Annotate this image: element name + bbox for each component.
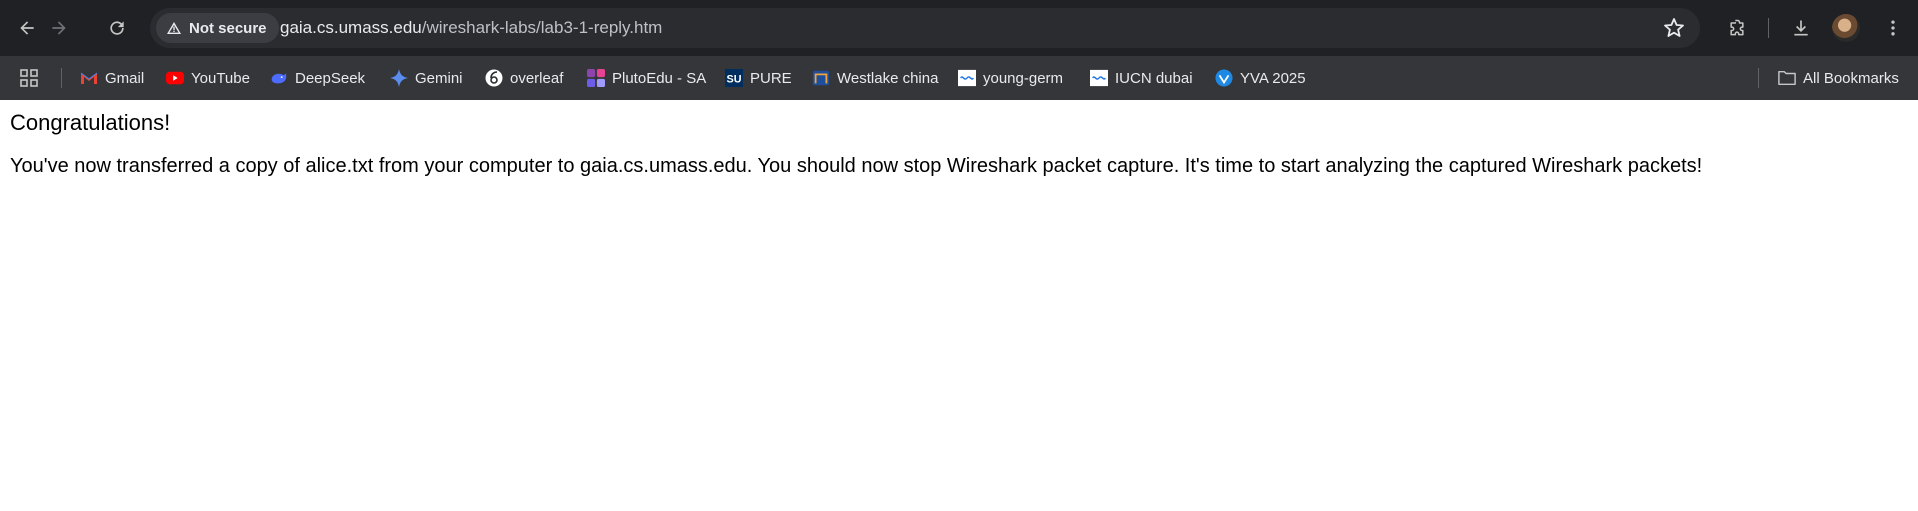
page-content: Congratulations! You've now transferred … [0, 100, 1918, 511]
bookmark-iucn-dubai[interactable]: IUCN dubai [1090, 66, 1193, 90]
bookmark-youtube[interactable]: YouTube [166, 66, 250, 90]
url-path: /wireshark-labs/lab3-1-reply.htm [421, 18, 663, 37]
page-body-text: You've now transferred a copy of alice.t… [10, 155, 1703, 177]
all-bookmarks-button[interactable]: All Bookmarks [1778, 66, 1899, 90]
url-text[interactable]: gaia.cs.umass.edu/wireshark-labs/lab3-1-… [280, 8, 662, 48]
apps-grid-icon [20, 69, 38, 87]
bookmark-westlake[interactable]: Westlake china [812, 66, 938, 90]
puzzle-icon [1730, 19, 1744, 36]
downloads-button[interactable] [1784, 11, 1818, 45]
profile-avatar[interactable] [1832, 14, 1860, 42]
reload-icon [110, 21, 124, 35]
menu-button[interactable] [1876, 11, 1910, 45]
bookmark-label: YVA 2025 [1240, 69, 1306, 87]
security-chip-label: Not secure [189, 19, 267, 37]
back-button[interactable] [10, 11, 44, 45]
pure-su-icon: SU [725, 69, 743, 87]
bookmark-pure[interactable]: SU PURE [725, 66, 792, 90]
bookmarks-bar: Gmail YouTube DeepSeek Gemini overleaf P… [0, 56, 1918, 100]
arrow-left-icon [20, 21, 34, 35]
browser-chrome: Not secure gaia.cs.umass.edu/wireshark-l… [0, 0, 1918, 100]
folder-icon [1778, 69, 1796, 87]
young-germ-icon [958, 69, 976, 87]
security-chip[interactable]: Not secure [156, 13, 279, 43]
address-bar[interactable]: Not secure gaia.cs.umass.edu/wireshark-l… [150, 8, 1700, 48]
download-icon [1794, 20, 1808, 36]
bookmark-label: PURE [750, 69, 792, 87]
bookmark-label: Gemini [415, 69, 463, 87]
yva-icon [1215, 69, 1233, 87]
bookmark-label: Westlake china [837, 69, 939, 87]
bookmarks-divider-right [1758, 68, 1759, 88]
bookmark-yva-2025[interactable]: YVA 2025 [1215, 66, 1306, 90]
bookmark-label: YouTube [191, 69, 250, 87]
kebab-menu-icon [1891, 20, 1895, 36]
extensions-button[interactable] [1720, 11, 1754, 45]
bookmarks-divider [61, 68, 62, 88]
bookmark-plutoedu[interactable]: PlutoEdu - SA [587, 66, 706, 90]
apps-button[interactable] [20, 66, 38, 90]
forward-button[interactable] [42, 11, 76, 45]
bookmark-label: IUCN dubai [1115, 69, 1193, 87]
bookmark-gmail[interactable]: Gmail [80, 66, 144, 90]
svg-text:SU: SU [727, 74, 742, 86]
reload-button[interactable] [100, 11, 134, 45]
bookmark-label: PlutoEdu - SA [612, 69, 707, 87]
plutoedu-icon [587, 69, 605, 87]
bookmark-overleaf[interactable]: overleaf [485, 66, 563, 90]
gmail-icon [80, 69, 98, 87]
toolbar-divider [1768, 18, 1769, 38]
bookmark-label: DeepSeek [295, 69, 366, 87]
youtube-icon [166, 69, 184, 87]
iucn-icon [1090, 69, 1108, 87]
page-heading: Congratulations! [10, 110, 171, 135]
url-host: gaia.cs.umass.edu [280, 18, 422, 37]
bookmark-young-germ[interactable]: young-germ [958, 66, 1063, 90]
westlake-icon [812, 69, 830, 87]
all-bookmarks-label: All Bookmarks [1803, 69, 1899, 87]
star-outline-icon[interactable] [1662, 16, 1686, 40]
bookmark-gemini[interactable]: Gemini [390, 66, 463, 90]
bookmark-deepseek[interactable]: DeepSeek [270, 66, 365, 90]
overleaf-icon [485, 69, 503, 87]
gemini-sparkle-icon [390, 69, 408, 87]
bookmark-label: young-germ [983, 69, 1064, 87]
warning-triangle-icon [167, 22, 181, 34]
deepseek-whale-icon [270, 69, 288, 87]
bookmark-label: overleaf [510, 69, 564, 87]
arrow-right-icon [52, 21, 66, 35]
bookmark-label: Gmail [105, 69, 145, 87]
browser-toolbar: Not secure gaia.cs.umass.edu/wireshark-l… [0, 0, 1918, 56]
